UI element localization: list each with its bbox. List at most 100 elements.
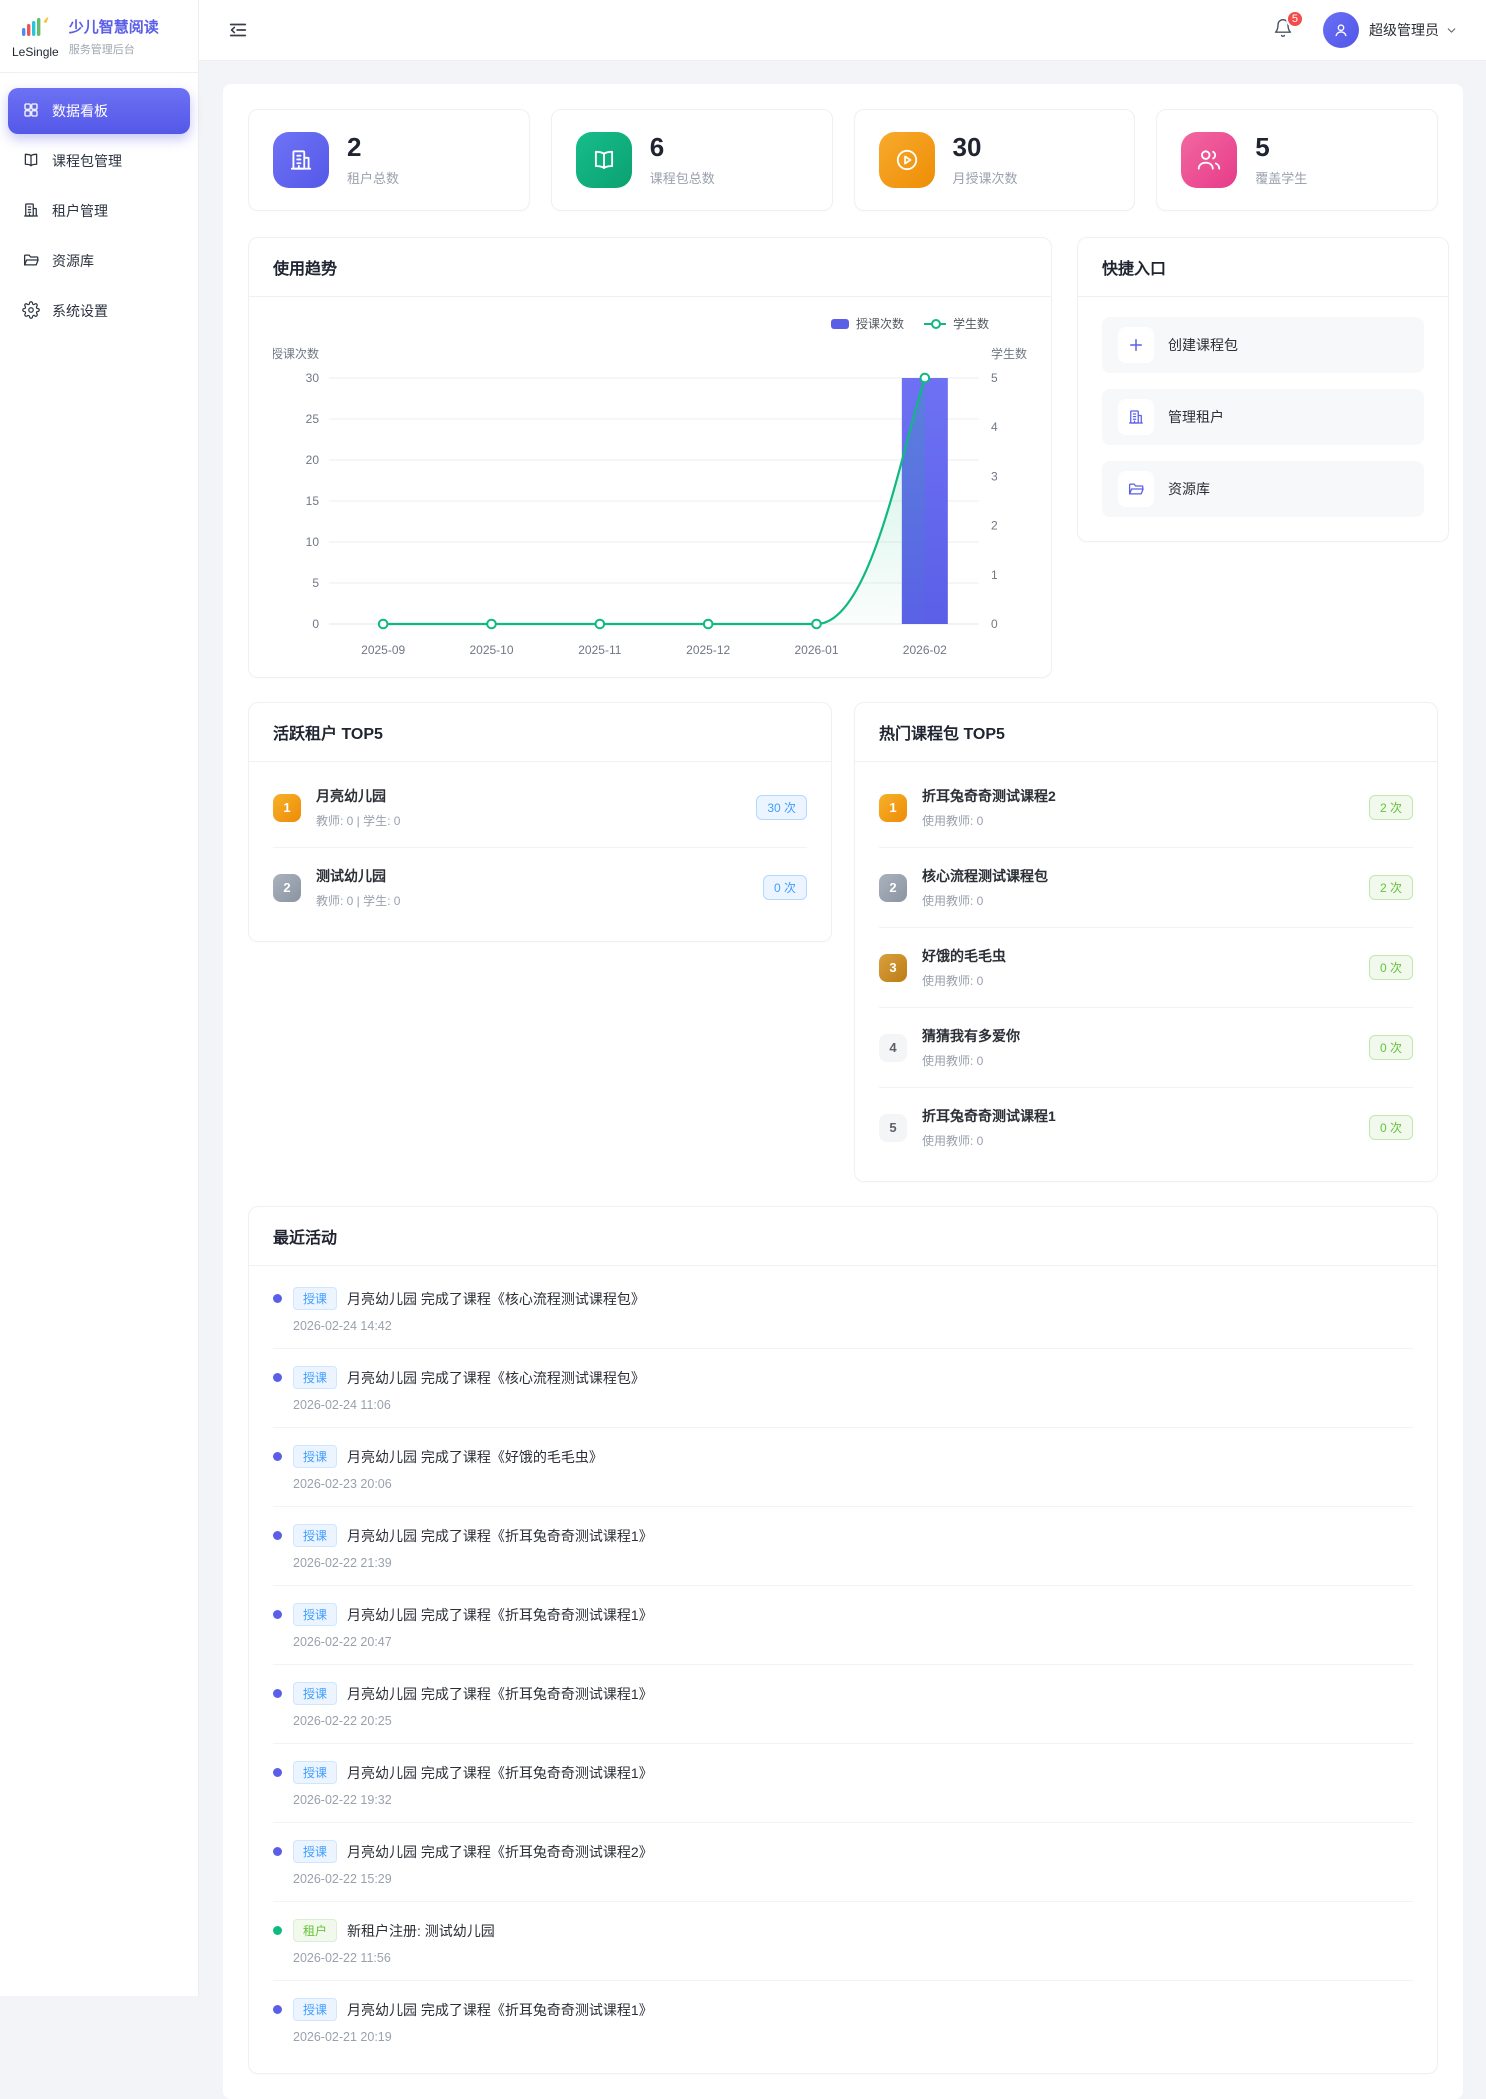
usage-trend-chart: 051015202530012345授课次数学生数2025-092025-102… — [273, 334, 1027, 664]
stat-card-lessons: 30 月授课次数 — [854, 109, 1136, 211]
legend-item-bar[interactable]: 授课次数 — [831, 315, 904, 332]
package-rank-row[interactable]: 2 核心流程测试课程包 使用教师: 0 2 次 — [879, 848, 1413, 928]
activity-tag: 授课 — [293, 1998, 337, 2021]
brand-name: LeSingle — [12, 45, 59, 59]
activity-time: 2026-02-22 21:39 — [293, 1556, 1413, 1570]
card-title: 活跃租户 TOP5 — [249, 703, 831, 762]
svg-text:0: 0 — [312, 617, 319, 631]
active-tenants-card: 活跃租户 TOP5 1 月亮幼儿园 教师: 0 | 学生: 0 30 次 2 测… — [248, 702, 832, 942]
package-name: 核心流程测试课程包 — [922, 866, 1369, 886]
stat-value: 30 — [953, 133, 1018, 163]
activity-row: 授课 月亮幼儿园 完成了课程《好饿的毛毛虫》 2026-02-23 20:06 — [273, 1428, 1413, 1507]
card-title: 快捷入口 — [1078, 238, 1448, 297]
rank-badge: 2 — [879, 874, 907, 902]
quick-item-label: 创建课程包 — [1168, 335, 1238, 355]
svg-text:30: 30 — [306, 371, 320, 385]
svg-text:2025-12: 2025-12 — [686, 643, 730, 657]
package-name: 折耳兔奇奇测试课程1 — [922, 1106, 1369, 1126]
tenant-rank-row[interactable]: 2 测试幼儿园 教师: 0 | 学生: 0 0 次 — [273, 848, 807, 927]
sidebar-item-course-packages[interactable]: 课程包管理 — [8, 138, 190, 184]
activity-tag: 授课 — [293, 1445, 337, 1468]
activity-time: 2026-02-22 11:56 — [293, 1951, 1413, 1965]
chart-legend: 授课次数 学生数 — [273, 315, 989, 332]
usage-count-badge: 2 次 — [1369, 795, 1413, 820]
svg-text:25: 25 — [306, 412, 320, 426]
activity-row: 授课 月亮幼儿园 完成了课程《核心流程测试课程包》 2026-02-24 11:… — [273, 1349, 1413, 1428]
activity-dot — [273, 1610, 282, 1619]
activity-tag: 授课 — [293, 1366, 337, 1389]
lesson-count-badge: 30 次 — [756, 795, 807, 820]
gear-icon — [22, 301, 40, 322]
quick-item-resources[interactable]: 资源库 — [1102, 461, 1424, 517]
package-rank-row[interactable]: 3 好饿的毛毛虫 使用教师: 0 0 次 — [879, 928, 1413, 1008]
notification-bell-icon[interactable]: 5 — [1273, 18, 1293, 43]
tenant-name: 月亮幼儿园 — [316, 786, 756, 806]
sidebar-item-dashboard[interactable]: 数据看板 — [8, 88, 190, 134]
trend-chart-area: 授课次数 学生数 051015202530012345授课次数学生数2025-0… — [249, 297, 1051, 677]
sidebar-collapse-icon[interactable] — [227, 19, 249, 41]
activity-text: 新租户注册: 测试幼儿园 — [347, 1921, 495, 1941]
main-content: 2 租户总数 6 课程包总数 — [199, 61, 1486, 2099]
tenant-meta: 教师: 0 | 学生: 0 — [316, 892, 763, 909]
card-title: 使用趋势 — [249, 238, 1051, 297]
activity-time: 2026-02-23 20:06 — [293, 1477, 1413, 1491]
tenant-name: 测试幼儿园 — [316, 866, 763, 886]
plus-icon — [1118, 327, 1154, 363]
usage-count-badge: 0 次 — [1369, 1115, 1413, 1140]
rank-badge: 1 — [879, 794, 907, 822]
svg-text:0: 0 — [991, 617, 998, 631]
activity-row: 授课 月亮幼儿园 完成了课程《折耳兔奇奇测试课程1》 2026-02-22 21… — [273, 1507, 1413, 1586]
legend-label: 授课次数 — [856, 315, 904, 332]
sidebar-item-label: 课程包管理 — [52, 151, 122, 171]
package-rank-row[interactable]: 4 猜猜我有多爱你 使用教师: 0 0 次 — [879, 1008, 1413, 1088]
activity-dot — [273, 1847, 282, 1856]
activity-tag: 授课 — [293, 1682, 337, 1705]
package-rank-row[interactable]: 1 折耳兔奇奇测试课程2 使用教师: 0 2 次 — [879, 768, 1413, 848]
svg-text:学生数: 学生数 — [991, 346, 1027, 361]
stats-row: 2 租户总数 6 课程包总数 — [248, 109, 1438, 211]
sidebar-item-resources[interactable]: 资源库 — [8, 238, 190, 284]
svg-text:1: 1 — [991, 568, 998, 582]
topbar-right: 5 超级管理员 — [1273, 12, 1458, 48]
activity-dot — [273, 1373, 282, 1382]
user-name[interactable]: 超级管理员 — [1369, 20, 1439, 40]
legend-item-line[interactable]: 学生数 — [924, 315, 989, 332]
usage-count-badge: 0 次 — [1369, 1035, 1413, 1060]
activity-dot — [273, 1689, 282, 1698]
svg-text:3: 3 — [991, 469, 998, 483]
activity-text: 月亮幼儿园 完成了课程《折耳兔奇奇测试课程1》 — [347, 1605, 653, 1625]
sidebar-item-tenants[interactable]: 租户管理 — [8, 188, 190, 234]
sidebar-item-settings[interactable]: 系统设置 — [8, 288, 190, 334]
sidebar: LeSingle 少儿智慧阅读 服务管理后台 数据看板 课程包管 — [0, 0, 199, 1996]
activity-row: 授课 月亮幼儿园 完成了课程《折耳兔奇奇测试课程1》 2026-02-21 20… — [273, 1981, 1413, 2059]
activity-time: 2026-02-22 20:47 — [293, 1635, 1413, 1649]
chevron-down-icon[interactable] — [1445, 24, 1458, 37]
quick-entry-list: 创建课程包 管理租户 — [1078, 297, 1448, 541]
rank-badge: 4 — [879, 1034, 907, 1062]
logo-bars-icon — [21, 14, 50, 43]
activity-dot — [273, 1531, 282, 1540]
hot-packages-card: 热门课程包 TOP5 1 折耳兔奇奇测试课程2 使用教师: 0 2 次 2 核心… — [854, 702, 1438, 1182]
tenant-rank-row[interactable]: 1 月亮幼儿园 教师: 0 | 学生: 0 30 次 — [273, 768, 807, 848]
app-title: 少儿智慧阅读 — [69, 16, 159, 37]
activity-row: 租户 新租户注册: 测试幼儿园 2026-02-22 11:56 — [273, 1902, 1413, 1981]
package-rank-row[interactable]: 5 折耳兔奇奇测试课程1 使用教师: 0 0 次 — [879, 1088, 1413, 1167]
activity-time: 2026-02-22 15:29 — [293, 1872, 1413, 1886]
avatar[interactable] — [1323, 12, 1359, 48]
svg-text:2026-02: 2026-02 — [903, 643, 947, 657]
activity-dot — [273, 1294, 282, 1303]
svg-text:授课次数: 授课次数 — [273, 346, 319, 361]
activity-dot — [273, 2005, 282, 2014]
quick-item-create-package[interactable]: 创建课程包 — [1102, 317, 1424, 373]
package-meta: 使用教师: 0 — [922, 812, 1369, 829]
quick-item-manage-tenants[interactable]: 管理租户 — [1102, 389, 1424, 445]
play-circle-icon — [879, 132, 935, 188]
activity-time: 2026-02-24 14:42 — [293, 1319, 1413, 1333]
bar-swatch — [831, 319, 849, 329]
activity-tag: 租户 — [293, 1919, 337, 1942]
svg-text:4: 4 — [991, 420, 998, 434]
logo-block: LeSingle 少儿智慧阅读 服务管理后台 — [0, 0, 198, 73]
activity-time: 2026-02-24 11:06 — [293, 1398, 1413, 1412]
row-trend-quick: 使用趋势 授课次数 学生数 051015202530012345授课次数学生数2… — [248, 237, 1438, 678]
activity-dot — [273, 1452, 282, 1461]
